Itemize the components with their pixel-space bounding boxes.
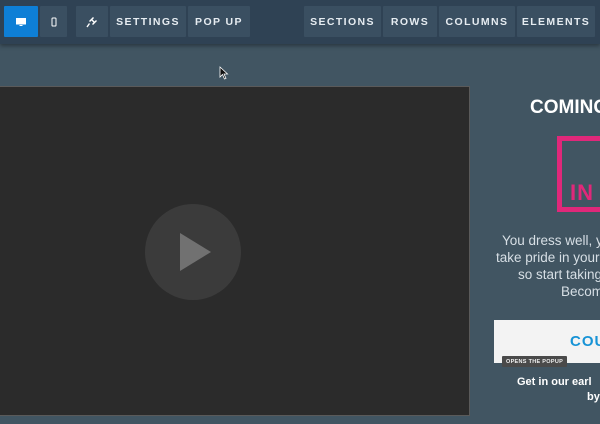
columns-button[interactable]: COLUMNS [439, 6, 515, 37]
elements-button[interactable]: ELEMENTS [517, 6, 595, 37]
promo-title: COMING [530, 97, 600, 118]
promo-description-line: You dress well, y [502, 233, 600, 248]
sections-button[interactable]: SECTIONS [304, 6, 381, 37]
promo-note-line: by [587, 391, 600, 403]
opens-popup-badge: OPENS THE POPUP [502, 356, 568, 367]
play-button[interactable] [145, 204, 241, 300]
accent-text: IN [570, 180, 594, 205]
cta-button-label: COU [570, 333, 600, 350]
mouse-cursor-icon [219, 66, 229, 80]
promo-description-line: so start taking [518, 267, 600, 282]
desktop-icon [16, 17, 26, 26]
plug-icon [86, 16, 97, 27]
top-toolbar: SETTINGS POP UP SECTIONS ROWS COLUMNS EL… [0, 0, 600, 44]
rows-button[interactable]: ROWS [383, 6, 437, 37]
popup-button[interactable]: POP UP [188, 6, 250, 37]
play-icon [180, 233, 211, 271]
promo-description-line: take pride in your [496, 250, 600, 265]
promo-description-line: Becom [561, 284, 600, 299]
mobile-icon [51, 17, 56, 26]
video-player[interactable] [0, 86, 470, 416]
promo-note-line: Get in our earl [517, 376, 592, 388]
plugin-button[interactable] [76, 6, 108, 37]
settings-button[interactable]: SETTINGS [110, 6, 186, 37]
desktop-view-button[interactable] [4, 6, 38, 37]
mobile-view-button[interactable] [40, 6, 67, 37]
